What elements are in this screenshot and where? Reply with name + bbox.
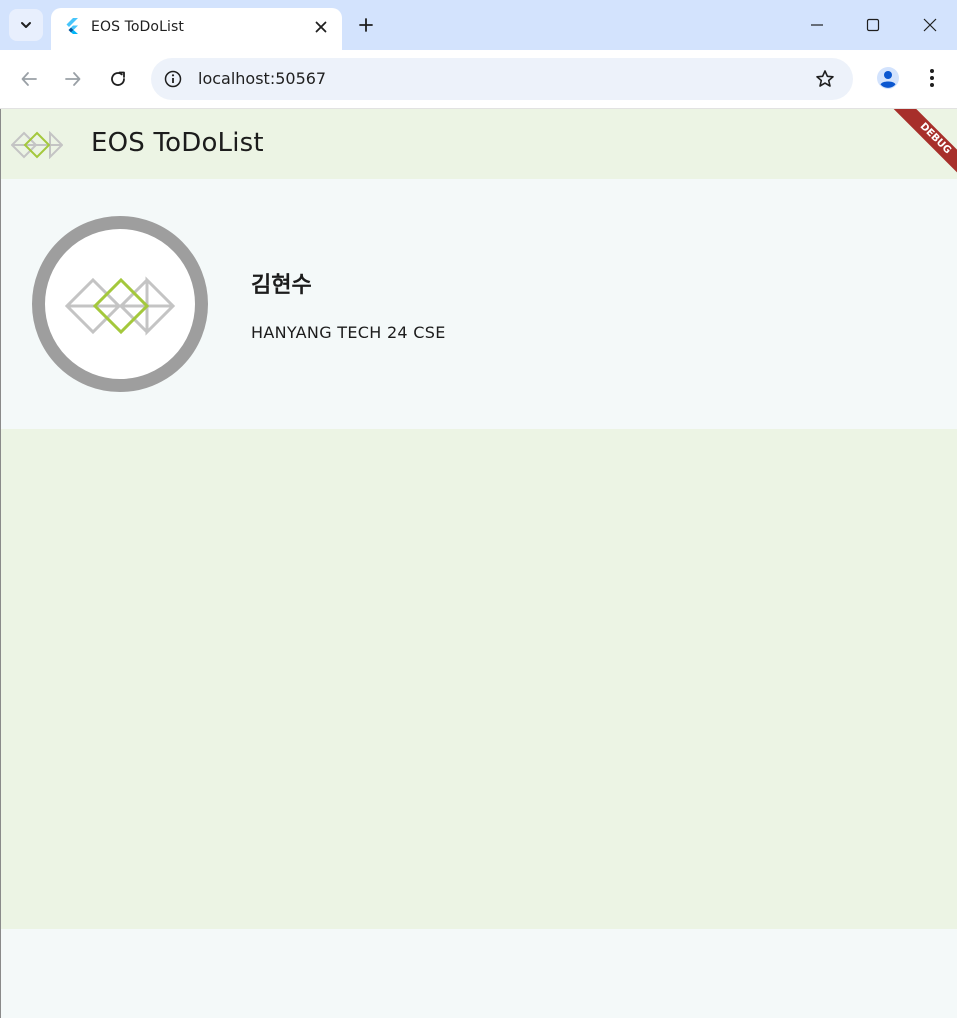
window-close-button[interactable] bbox=[917, 12, 943, 38]
reload-button[interactable] bbox=[105, 66, 131, 92]
close-icon bbox=[315, 21, 327, 33]
account-icon bbox=[877, 67, 899, 89]
site-info-button[interactable] bbox=[161, 67, 185, 91]
arrow-right-icon bbox=[65, 72, 81, 86]
tab-close-button[interactable] bbox=[311, 17, 331, 37]
user-affiliation: HANYANG TECH 24 CSE bbox=[251, 323, 446, 342]
bookmark-button[interactable] bbox=[813, 67, 837, 91]
reload-icon bbox=[111, 71, 125, 86]
more-vert-icon bbox=[930, 69, 934, 87]
profile-button[interactable] bbox=[874, 64, 902, 92]
chevron-down-icon bbox=[21, 22, 31, 28]
tab-search-button[interactable] bbox=[9, 9, 43, 41]
close-icon bbox=[923, 18, 937, 32]
back-button[interactable] bbox=[16, 66, 42, 92]
new-tab-button[interactable] bbox=[354, 13, 378, 37]
browser-tab[interactable]: EOS ToDoList bbox=[51, 8, 342, 50]
profile-card: 김현수 HANYANG TECH 24 CSE bbox=[1, 179, 957, 429]
star-icon bbox=[816, 70, 834, 87]
debug-label: DEBUG bbox=[890, 109, 957, 179]
todo-list-area bbox=[1, 429, 957, 929]
tab-title: EOS ToDoList bbox=[91, 19, 184, 35]
maximize-button[interactable] bbox=[860, 12, 886, 38]
debug-banner: DEBUG bbox=[887, 109, 957, 179]
info-icon bbox=[164, 70, 182, 88]
eos-logo-icon bbox=[65, 276, 176, 336]
browser-toolbar: localhost:50567 bbox=[0, 50, 957, 109]
user-name: 김현수 bbox=[251, 273, 312, 298]
app-bar: EOS ToDoList bbox=[1, 109, 957, 179]
maximize-icon bbox=[866, 18, 880, 32]
forward-button[interactable] bbox=[60, 66, 86, 92]
browser-menu-button[interactable] bbox=[920, 64, 944, 92]
url-text[interactable]: localhost:50567 bbox=[198, 69, 326, 88]
address-bar[interactable]: localhost:50567 bbox=[151, 58, 853, 100]
avatar bbox=[32, 216, 208, 392]
minimize-button[interactable] bbox=[804, 12, 830, 38]
minimize-icon bbox=[811, 24, 823, 26]
flutter-icon bbox=[66, 18, 78, 34]
plus-icon bbox=[359, 18, 373, 32]
browser-title-bar: EOS ToDoList bbox=[0, 0, 957, 50]
bottom-area bbox=[1, 929, 957, 1018]
app-title: EOS ToDoList bbox=[91, 128, 264, 158]
arrow-left-icon bbox=[21, 72, 37, 86]
eos-logo-icon bbox=[11, 131, 63, 159]
